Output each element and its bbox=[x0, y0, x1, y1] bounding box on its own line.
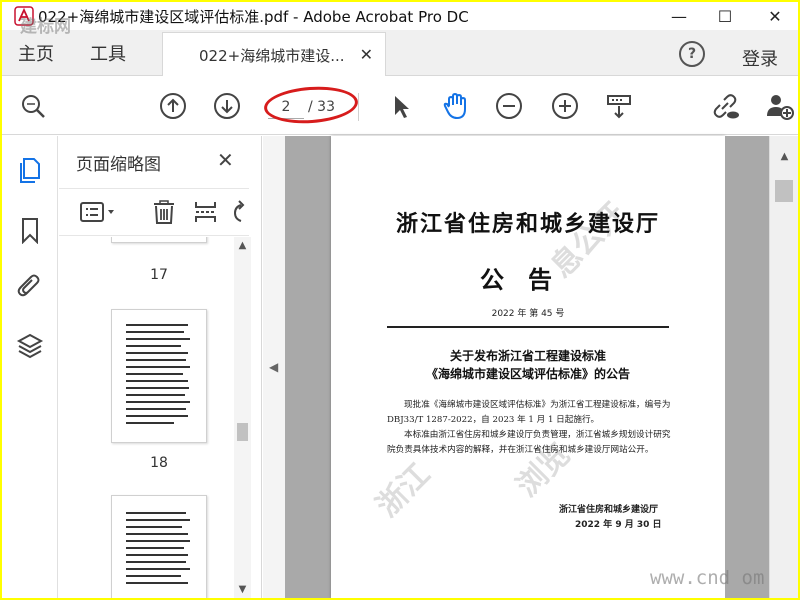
maximize-button[interactable]: ☐ bbox=[702, 2, 748, 30]
document-scrollbar[interactable]: ▲ bbox=[769, 136, 798, 598]
thumbnail-page-17[interactable] bbox=[111, 237, 207, 243]
login-button[interactable]: 登录 bbox=[742, 45, 778, 71]
thumbnail-page-18[interactable] bbox=[111, 309, 207, 443]
tab-bar: 主页 工具 022+海绵城市建设... ✕ ? 登录 bbox=[2, 30, 798, 76]
rotate-page-icon[interactable] bbox=[231, 199, 257, 225]
select-arrow-icon[interactable] bbox=[386, 91, 416, 121]
page-thumbnails-panel: 页面缩略图 ✕ 17 18 ▲ ▼ bbox=[59, 136, 262, 598]
page-margin bbox=[725, 136, 769, 598]
extract-page-icon[interactable] bbox=[193, 199, 219, 225]
scrollbar-thumb[interactable] bbox=[775, 180, 793, 202]
document-tab-label: 022+海绵城市建设... bbox=[199, 47, 345, 65]
tab-tools[interactable]: 工具 bbox=[90, 40, 126, 66]
tab-home[interactable]: 主页 bbox=[18, 40, 54, 66]
close-panel-icon[interactable]: ✕ bbox=[217, 148, 234, 172]
signature: 浙江省住房和城乡建设厅 bbox=[559, 505, 659, 515]
bookmark-icon[interactable] bbox=[16, 216, 44, 245]
toolbar-divider bbox=[358, 93, 359, 121]
panel-collapse-handle[interactable]: ◀ bbox=[263, 136, 285, 598]
thumbnail-label: 18 bbox=[150, 455, 168, 471]
page-thumbnails-icon[interactable] bbox=[16, 156, 44, 184]
highlight-annotation bbox=[262, 83, 360, 127]
header-rule bbox=[387, 326, 669, 328]
document-number: 2022 年 第 45 号 bbox=[491, 309, 565, 319]
issue-date: 2022 年 9 月 30 日 bbox=[575, 520, 662, 530]
delete-page-icon[interactable] bbox=[151, 199, 177, 225]
scroll-down-icon[interactable]: ▼ bbox=[234, 581, 251, 598]
issuing-department: 浙江省住房和城乡建设厅 bbox=[395, 211, 660, 237]
document-type: 公告 bbox=[480, 265, 576, 294]
window-title: 022+海绵城市建设区域评估标准.pdf - Adobe Acrobat Pro… bbox=[38, 8, 469, 26]
options-menu-icon[interactable] bbox=[79, 199, 114, 225]
tab-document[interactable]: 022+海绵城市建设... ✕ bbox=[162, 32, 386, 76]
navigation-strip bbox=[2, 136, 58, 598]
notice-body: 现批准《海绵城市建设区域评估标准》为浙江省工程建设标准，编号为 DBJ33/T … bbox=[387, 398, 671, 458]
scroll-up-icon[interactable]: ▲ bbox=[775, 148, 794, 166]
panel-title: 页面缩略图 bbox=[76, 155, 161, 175]
share-link-icon[interactable] bbox=[710, 91, 740, 121]
search-zoom-icon[interactable] bbox=[18, 91, 48, 121]
attachment-icon[interactable] bbox=[16, 272, 44, 300]
body-paragraph: 现批准《海绵城市建设区域评估标准》为浙江省工程建设标准，编号为 DBJ33/T … bbox=[387, 400, 671, 425]
title-bar: 022+海绵城市建设区域评估标准.pdf - Adobe Acrobat Pro… bbox=[2, 2, 798, 30]
site-logo-watermark: 建标网 bbox=[20, 17, 71, 37]
app-window: 022+海绵城市建设区域评估标准.pdf - Adobe Acrobat Pro… bbox=[2, 2, 798, 598]
thumbnail-list: 17 18 bbox=[59, 237, 234, 598]
page-down-icon[interactable] bbox=[212, 91, 242, 121]
add-user-icon[interactable] bbox=[764, 91, 794, 121]
zoom-out-icon[interactable] bbox=[494, 91, 524, 121]
close-window-button[interactable]: ✕ bbox=[752, 2, 798, 30]
layers-icon[interactable] bbox=[16, 332, 44, 360]
document-page: 息公开 浙江 浏览 浙江省住房和城乡建设厅 公告 2022 年 第 45 号 关… bbox=[331, 136, 725, 598]
close-tab-icon[interactable]: ✕ bbox=[360, 45, 373, 64]
site-url-watermark: www.cnd om bbox=[650, 567, 765, 589]
thumbnail-page-19[interactable] bbox=[111, 495, 207, 598]
document-view[interactable]: 息公开 浙江 浏览 浙江省住房和城乡建设厅 公告 2022 年 第 45 号 关… bbox=[285, 136, 769, 598]
thumbnail-scrollbar[interactable]: ▲ ▼ bbox=[234, 237, 251, 598]
toolbar: 2 / 33 bbox=[2, 77, 798, 135]
hand-icon[interactable] bbox=[440, 91, 470, 121]
scroll-mode-icon[interactable] bbox=[604, 91, 634, 121]
zoom-in-icon[interactable] bbox=[550, 91, 580, 121]
page-up-icon[interactable] bbox=[158, 91, 188, 121]
watermark-text: 浙江 bbox=[369, 456, 438, 525]
panel-toolbar bbox=[59, 188, 249, 236]
notice-heading: 《海绵城市建设区域评估标准》的公告 bbox=[425, 367, 630, 381]
body-paragraph: 本标准由浙江省住房和城乡建设厅负责管理，浙江省城乡规划设计研究院负责具体技术内容… bbox=[387, 430, 671, 455]
scrollbar-thumb[interactable] bbox=[237, 423, 248, 441]
help-button[interactable]: ? bbox=[679, 41, 705, 67]
collapse-left-icon[interactable]: ◀ bbox=[269, 360, 278, 374]
minimize-button[interactable]: — bbox=[656, 2, 702, 30]
scroll-up-icon[interactable]: ▲ bbox=[234, 237, 251, 254]
thumbnail-label: 17 bbox=[150, 267, 168, 283]
notice-heading: 关于发布浙江省工程建设标准 bbox=[449, 349, 606, 363]
